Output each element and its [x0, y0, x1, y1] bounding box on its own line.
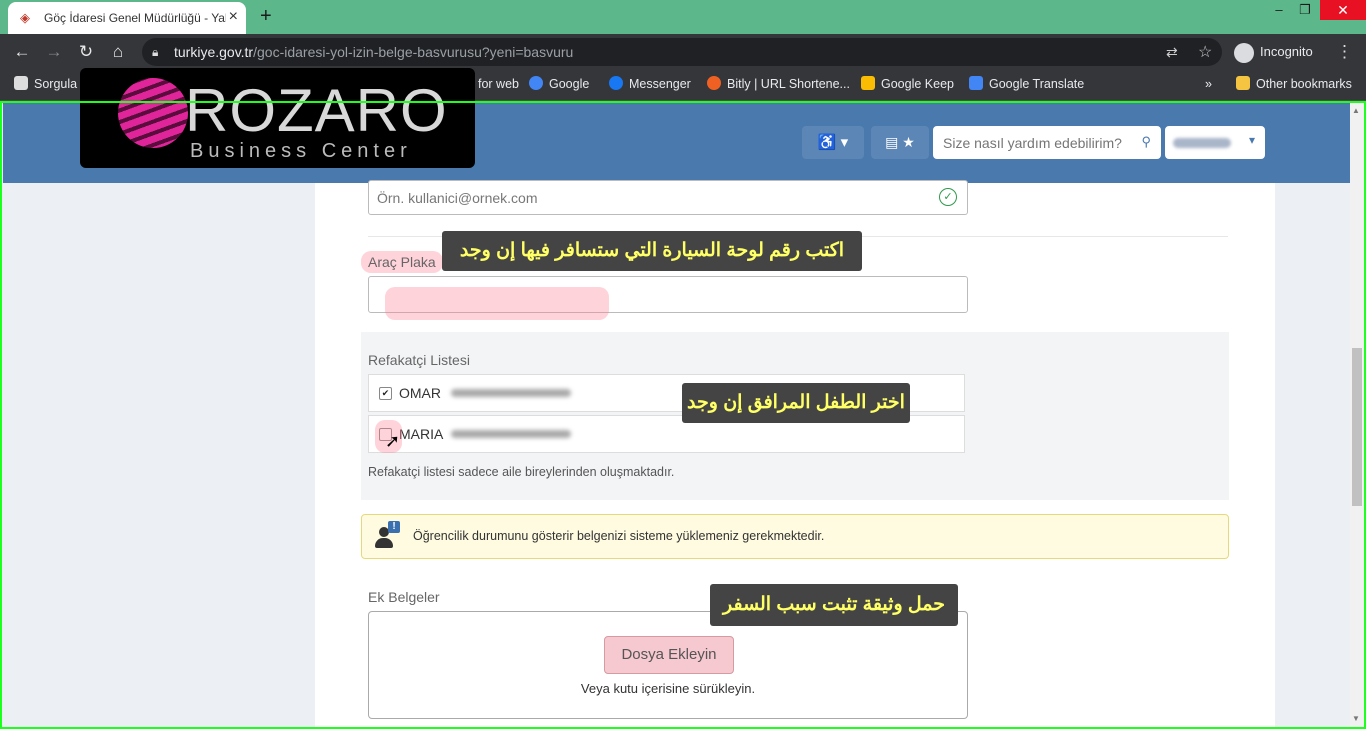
reload-button[interactable]: ↻	[76, 42, 96, 62]
browser-tab[interactable]: ◈ Göç İdaresi Genel Müdürlüğü - Yabancıl…	[8, 2, 246, 34]
blurred-surname	[451, 389, 571, 397]
notice-text: Öğrencilik durumunu gösterir belgenizi s…	[413, 529, 825, 543]
incognito-icon	[1234, 42, 1254, 63]
scroll-up-icon[interactable]: ▲	[1352, 106, 1360, 115]
companion-name: OMAR	[399, 385, 441, 401]
restore-button[interactable]: ❐	[1290, 0, 1320, 22]
favorites-button[interactable]: ▤ ★	[871, 126, 929, 159]
logo-word: ROZARO	[185, 77, 448, 144]
bookmark-sorgula[interactable]: Sorgula	[14, 76, 77, 92]
blurred-surname	[451, 430, 571, 438]
translate-icon	[969, 76, 983, 90]
back-button[interactable]: ←	[12, 42, 32, 62]
companion-checkbox-omar[interactable]: ✔	[379, 387, 392, 400]
other-bookmarks[interactable]: Other bookmarks	[1236, 76, 1352, 92]
site-search[interactable]: ⚲	[933, 126, 1161, 159]
right-gutter	[1245, 183, 1275, 729]
companion-note: Refakatçi listesi sadece aile bireylerin…	[368, 465, 675, 479]
url-host: turkiye.gov.tr	[174, 44, 254, 60]
add-file-button[interactable]: Dosya Ekleyin	[604, 636, 734, 674]
bookmark-bitly[interactable]: Bitly | URL Shortene...	[707, 76, 850, 92]
tab-close-icon[interactable]: ×	[229, 9, 238, 25]
left-gutter	[75, 183, 315, 729]
site-favicon-icon: ◈	[20, 10, 30, 25]
user-menu-button[interactable]: ▾	[1165, 126, 1265, 159]
docs-label: Ek Belgeler	[368, 589, 440, 605]
student-notice: ! Öğrencilik durumunu gösterir belgenizi…	[361, 514, 1229, 559]
bookmark-google-keep[interactable]: Google Keep	[861, 76, 954, 92]
chevron-down-icon: ▾	[1248, 133, 1255, 147]
rozaro-watermark-logo: ROZARO Business Center	[80, 68, 475, 168]
logo-sphere-icon	[118, 78, 188, 148]
bookmark-google[interactable]: Google	[529, 76, 589, 92]
folder-icon	[1236, 76, 1250, 90]
email-placeholder: Örn. kullanici@ornek.com	[377, 190, 538, 206]
forward-button[interactable]: →	[44, 42, 64, 62]
incognito-badge[interactable]: Incognito	[1234, 40, 1324, 64]
search-icon[interactable]: ⚲	[1141, 134, 1151, 150]
home-button[interactable]: ⌂	[108, 42, 128, 62]
messenger-icon	[609, 76, 623, 90]
incognito-label: Incognito	[1260, 44, 1313, 59]
plate-label: Araç Plaka	[361, 251, 443, 273]
google-icon	[529, 76, 543, 90]
plate-input-highlight	[385, 287, 609, 320]
drop-hint: Veya kutu içerisine sürükleyin.	[580, 681, 756, 696]
translate-page-icon[interactable]: ⇄	[1166, 44, 1178, 61]
lock-icon[interactable]: 🔒︎	[152, 45, 158, 60]
tip-plate: اكتب رقم لوحة السيارة التي ستسافر فيها إ…	[442, 231, 862, 271]
companion-name: MARIA	[399, 426, 444, 442]
mouse-cursor-icon: ➚	[385, 431, 401, 451]
user-alert-icon: !	[374, 521, 400, 549]
blurred-username	[1173, 138, 1231, 148]
scrollbar-thumb[interactable]	[1352, 348, 1362, 506]
email-field[interactable]: Örn. kullanici@ornek.com ✓	[368, 180, 968, 215]
url-path: /goc-idaresi-yol-izin-belge-basvurusu?ye…	[253, 44, 574, 60]
tip-docs: حمل وثيقة تثبت سبب السفر	[710, 584, 958, 626]
browser-menu-icon[interactable]: ⋮	[1336, 42, 1353, 62]
companion-label: Refakatçi Listesi	[368, 352, 470, 368]
bookmark-star-icon[interactable]: ☆	[1198, 42, 1212, 62]
bitly-icon	[707, 76, 721, 90]
logo-subtitle: Business Center	[190, 140, 412, 162]
tip-companion: اختر الطفل المرافق إن وجد	[682, 383, 910, 423]
new-tab-button[interactable]: +	[260, 5, 272, 27]
valid-check-icon: ✓	[939, 188, 957, 206]
tab-title: Göç İdaresi Genel Müdürlüğü - Yabancılar	[44, 11, 226, 25]
url-text[interactable]: turkiye.gov.tr/goc-idaresi-yol-izin-belg…	[174, 44, 573, 60]
page-icon	[14, 76, 28, 90]
bookmarks-overflow-button[interactable]: »	[1205, 76, 1212, 92]
scroll-down-icon[interactable]: ▼	[1352, 714, 1360, 723]
accessibility-menu-button[interactable]: ♿ ▾	[802, 126, 864, 159]
keep-icon	[861, 76, 875, 90]
bookmark-messenger[interactable]: Messenger	[609, 76, 691, 92]
bookmark-google-translate[interactable]: Google Translate	[969, 76, 1084, 92]
window-close-button[interactable]: ✕	[1320, 0, 1366, 20]
search-input[interactable]	[941, 132, 1135, 154]
